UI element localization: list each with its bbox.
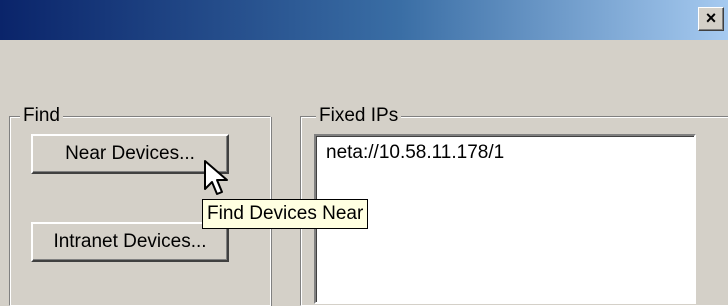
close-icon: × xyxy=(705,8,717,28)
dialog-window: × Find Near Devices... Intranet Devices.… xyxy=(0,0,728,306)
tooltip: Find Devices Near xyxy=(202,199,369,229)
near-devices-label: Near Devices... xyxy=(65,143,195,164)
close-button[interactable]: × xyxy=(698,7,724,31)
fixed-ips-group-label: Fixed IPs xyxy=(316,105,402,127)
tooltip-text: Find Devices Near xyxy=(207,203,364,224)
intranet-devices-button[interactable]: Intranet Devices... xyxy=(31,222,229,262)
intranet-devices-label: Intranet Devices... xyxy=(53,231,207,252)
list-item[interactable]: neta://10.58.11.178/1 xyxy=(326,142,504,164)
fixed-ips-list[interactable]: neta://10.58.11.178/1 xyxy=(314,134,696,304)
mouse-pointer-icon xyxy=(204,160,228,195)
find-group-label: Find xyxy=(20,105,63,127)
near-devices-button[interactable]: Near Devices... xyxy=(31,134,229,174)
title-bar[interactable]: × xyxy=(0,0,728,40)
